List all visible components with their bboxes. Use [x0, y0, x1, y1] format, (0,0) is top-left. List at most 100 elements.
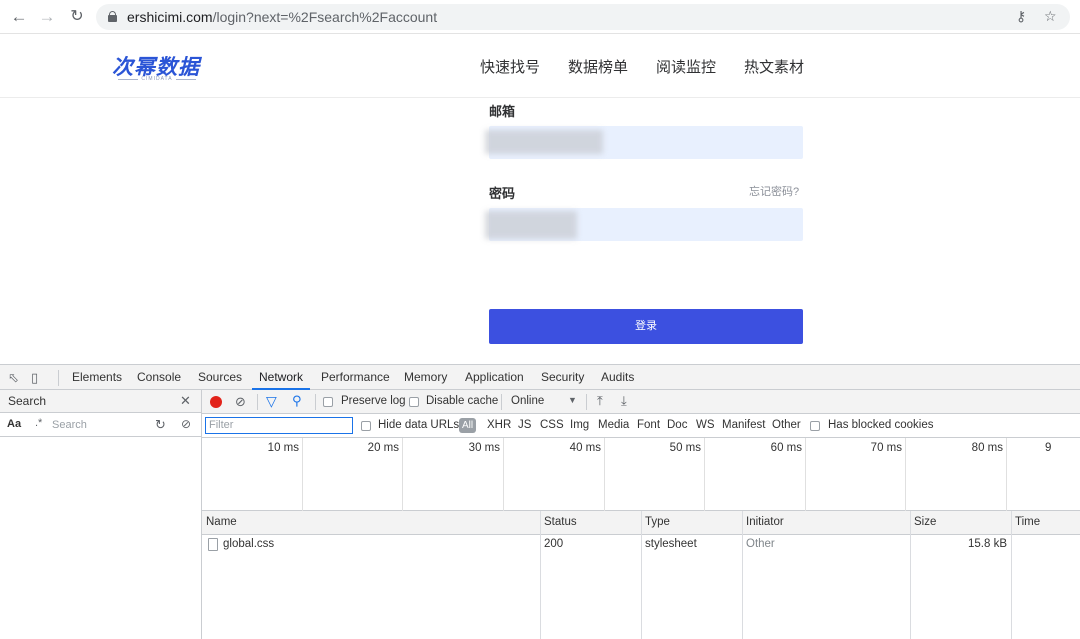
- column-divider: [540, 511, 541, 639]
- record-icon[interactable]: [210, 396, 222, 408]
- nav-quick-find[interactable]: 快速找号: [480, 56, 540, 77]
- filter-font[interactable]: Font: [637, 419, 660, 431]
- column-type[interactable]: Type: [645, 516, 670, 528]
- column-size[interactable]: Size: [914, 516, 936, 528]
- key-icon[interactable]: ⚷: [1016, 8, 1026, 25]
- url-text[interactable]: ershicimi.com/login?next=%2Fsearch%2Facc…: [127, 9, 437, 25]
- match-case-toggle[interactable]: Aa: [7, 418, 21, 430]
- nav-hot-articles[interactable]: 热文素材: [744, 56, 804, 77]
- import-har-icon[interactable]: ⤒: [597, 393, 603, 409]
- password-field[interactable]: [485, 208, 803, 241]
- filter-xhr[interactable]: XHR: [487, 419, 511, 431]
- redacted-email: [485, 130, 603, 154]
- email-label: 邮箱: [489, 104, 516, 119]
- timeline-tick: 50 ms: [605, 438, 705, 511]
- filter-funnel-icon[interactable]: ▽: [266, 393, 277, 410]
- tab-memory[interactable]: Memory: [404, 365, 447, 390]
- throttling-select[interactable]: Online: [511, 395, 544, 407]
- network-toolbar: ⊘ ▽ ⚲ Preserve log Disable cache Online …: [202, 390, 1080, 414]
- lock-icon[interactable]: [108, 11, 117, 22]
- tab-application[interactable]: Application: [465, 365, 524, 390]
- devtools-panel: ⬁ ▯ Elements Console Sources Network Per…: [0, 364, 1080, 639]
- hide-data-urls-checkbox[interactable]: [361, 421, 371, 431]
- nav-rankings[interactable]: 数据榜单: [568, 56, 628, 77]
- hide-data-urls-label: Hide data URLs: [378, 419, 460, 431]
- logo-subtitle: CIMIDATA: [112, 76, 202, 82]
- forgot-password-link[interactable]: 忘记密码?: [749, 183, 799, 199]
- tab-network[interactable]: Network: [252, 365, 311, 390]
- filter-manifest[interactable]: Manifest: [722, 419, 765, 431]
- filter-js[interactable]: JS: [518, 419, 531, 431]
- column-time[interactable]: Time: [1015, 516, 1040, 528]
- filter-other[interactable]: Other: [772, 419, 801, 431]
- request-initiator: Other: [746, 538, 775, 550]
- timeline-tick-label: 9: [1045, 442, 1052, 454]
- email-field[interactable]: [485, 126, 803, 159]
- column-divider: [1011, 511, 1012, 639]
- back-arrow-icon[interactable]: ←: [8, 7, 30, 27]
- column-divider: [641, 511, 642, 639]
- tab-sources[interactable]: Sources: [198, 365, 242, 390]
- site-header: 次幂数据 CIMIDATA 快速找号 数据榜单 阅读监控 热文素材: [0, 34, 1080, 98]
- address-bar[interactable]: ershicimi.com/login?next=%2Fsearch%2Facc…: [96, 4, 1070, 30]
- divider: [315, 394, 316, 410]
- reload-icon[interactable]: ↻: [66, 7, 88, 27]
- nav-read-monitor[interactable]: 阅读监控: [656, 56, 716, 77]
- column-name[interactable]: Name: [206, 516, 237, 528]
- regex-toggle[interactable]: .*: [35, 417, 42, 429]
- disable-cache-checkbox[interactable]: [409, 397, 419, 407]
- network-overview[interactable]: 10 ms 20 ms 30 ms 40 ms 50 ms 60 ms 70 m…: [202, 438, 1080, 511]
- filter-css[interactable]: CSS: [540, 419, 564, 431]
- request-table: Name Status Type Initiator Size Time glo…: [202, 511, 1080, 639]
- search-input[interactable]: Search: [50, 417, 148, 433]
- preserve-log-label: Preserve log: [341, 395, 406, 407]
- export-har-icon[interactable]: ⤓: [621, 393, 627, 409]
- preserve-log-checkbox[interactable]: [323, 397, 333, 407]
- tab-audits[interactable]: Audits: [601, 365, 634, 390]
- column-initiator[interactable]: Initiator: [746, 516, 784, 528]
- timeline-tick: 20 ms: [303, 438, 403, 511]
- filter-input[interactable]: Filter: [205, 417, 353, 434]
- refresh-icon[interactable]: ↻: [155, 417, 166, 433]
- blocked-cookies-checkbox[interactable]: [810, 421, 820, 431]
- inspect-element-icon[interactable]: ⬁: [8, 370, 19, 386]
- main-nav: 快速找号 数据榜单 阅读监控 热文素材: [480, 56, 804, 77]
- filter-ws[interactable]: WS: [696, 419, 715, 431]
- request-size: 15.8 kB: [968, 538, 1007, 550]
- filter-img[interactable]: Img: [570, 419, 589, 431]
- login-button[interactable]: 登录: [489, 309, 803, 344]
- request-status: 200: [544, 538, 564, 550]
- filter-media[interactable]: Media: [598, 419, 629, 431]
- file-icon: [208, 538, 218, 551]
- request-name[interactable]: global.css: [223, 538, 274, 550]
- filter-all[interactable]: All: [459, 418, 476, 433]
- search-icon[interactable]: ⚲: [292, 393, 302, 409]
- table-row[interactable]: global.css 200 stylesheet Other 15.8 kB: [202, 535, 1080, 555]
- browser-toolbar: ← → ↻ ershicimi.com/login?next=%2Fsearch…: [0, 0, 1080, 34]
- clear-icon[interactable]: ⊘: [181, 417, 191, 431]
- star-icon[interactable]: ☆: [1044, 8, 1057, 25]
- filter-bar: Filter Hide data URLs All XHR JS CSS Img…: [202, 414, 1080, 438]
- tab-security[interactable]: Security: [541, 365, 584, 390]
- tab-elements[interactable]: Elements: [72, 365, 122, 390]
- divider: [586, 394, 587, 410]
- forward-arrow-icon[interactable]: →: [36, 7, 58, 27]
- divider: [257, 394, 258, 410]
- timeline-tick: 30 ms: [403, 438, 504, 511]
- blocked-cookies-label: Has blocked cookies: [828, 419, 934, 431]
- redacted-password: [485, 211, 577, 239]
- tab-console[interactable]: Console: [137, 365, 181, 390]
- search-pane: Search ✕ Aa .* Search ↻ ⊘: [0, 390, 202, 639]
- column-status[interactable]: Status: [544, 516, 577, 528]
- tab-performance[interactable]: Performance: [321, 365, 390, 390]
- devtools-tab-bar: ⬁ ▯ Elements Console Sources Network Per…: [0, 365, 1080, 390]
- timeline-tick: 70 ms: [806, 438, 906, 511]
- disable-cache-label: Disable cache: [426, 395, 499, 407]
- chevron-down-icon[interactable]: ▼: [568, 395, 577, 405]
- site-logo[interactable]: 次幂数据 CIMIDATA: [112, 51, 202, 82]
- clear-log-icon[interactable]: ⊘: [235, 394, 246, 410]
- device-toolbar-icon[interactable]: ▯: [31, 370, 38, 386]
- close-icon[interactable]: ✕: [180, 393, 191, 409]
- timeline-tick: 80 ms: [906, 438, 1007, 511]
- filter-doc[interactable]: Doc: [667, 419, 687, 431]
